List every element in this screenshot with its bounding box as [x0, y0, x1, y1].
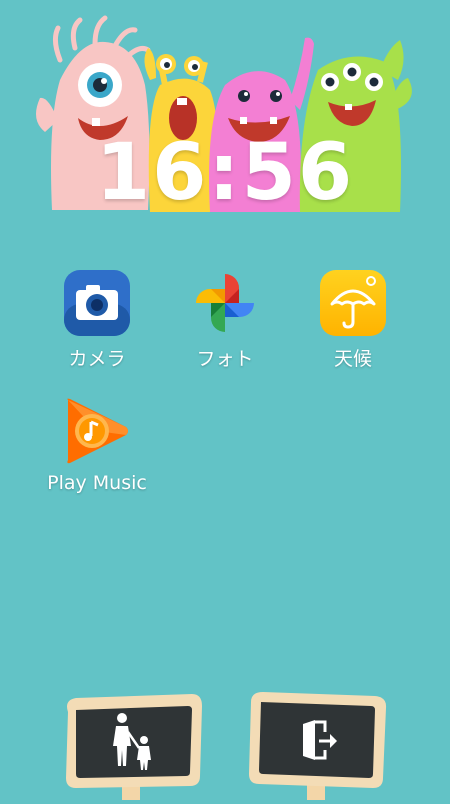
app-label: カメラ	[68, 348, 126, 370]
parent-mode-button[interactable]	[60, 690, 205, 800]
camera-icon	[62, 268, 132, 338]
app-label: 天候	[333, 348, 372, 370]
app-label: フォト	[196, 348, 254, 370]
app-play-music[interactable]: Play Music	[42, 396, 152, 494]
app-photos[interactable]: フォト	[170, 268, 280, 371]
app-camera[interactable]: カメラ	[42, 268, 152, 371]
app-weather[interactable]: 天候	[298, 268, 408, 371]
play-music-icon	[62, 396, 132, 466]
clock-time: 16:56	[95, 128, 355, 218]
weather-umbrella-icon	[318, 268, 388, 338]
app-label: Play Music	[47, 472, 147, 494]
photos-pinwheel-icon	[190, 268, 260, 338]
monster-banner: 16:56	[0, 0, 450, 225]
exit-button[interactable]	[245, 688, 390, 800]
